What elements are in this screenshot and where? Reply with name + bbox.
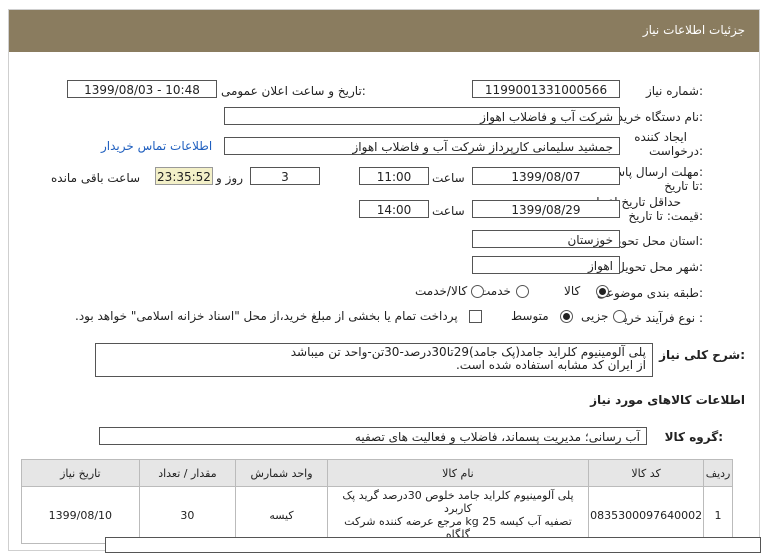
category-label: طبقه بندی موضوعی:: [596, 286, 703, 300]
process-option-medium: متوسط: [511, 309, 549, 323]
category-radio-service[interactable]: [516, 285, 529, 298]
col-header-code: کد کالا: [588, 459, 705, 487]
process-label: نوع فرآیند خرید :: [618, 311, 703, 325]
category-option-goods: کالا: [564, 284, 581, 298]
buyer-org-label: نام دستگاه خریدار:: [608, 110, 704, 124]
payment-note: پرداخت تمام یا بخشی از مبلغ خرید،از محل …: [75, 309, 458, 323]
price-validity-label-2: قیمت: تا تاریخ:: [628, 209, 703, 223]
remaining-label: ساعت باقی مانده: [51, 171, 141, 185]
creator-label-1: ایجاد کننده: [634, 130, 687, 144]
days-label: روز و: [216, 171, 243, 185]
need-number-label: شماره نیاز:: [645, 84, 703, 98]
details-panel: جزئیات اطلاعات نیاز شماره نیاز: 11990013…: [8, 9, 761, 553]
cell-code: 0835300097640002: [588, 486, 705, 544]
need-number-field[interactable]: 1199001331000566: [472, 80, 620, 98]
cell-unit: کیسه: [235, 486, 328, 544]
reply-date-field[interactable]: 1399/08/07: [472, 167, 620, 185]
city-label: شهر محل تحویل:: [616, 260, 703, 274]
cell-index: 1: [703, 486, 733, 544]
summary-label: شرح کلی نیاز:: [659, 348, 745, 362]
reply-time-field[interactable]: 11:00: [359, 167, 429, 185]
treasury-checkbox[interactable]: [469, 310, 482, 323]
notes-box-partial: [105, 537, 761, 553]
goods-group-label: گروه کالا:: [664, 430, 723, 444]
announce-field[interactable]: 1399/08/03 - 10:48: [67, 80, 217, 98]
creator-field[interactable]: جمشید سلیمانی کارپرداز شرکت آب و فاضلاب …: [224, 137, 620, 155]
col-header-name: نام کالا: [326, 459, 590, 487]
goods-group-field[interactable]: آب رسانی؛ مدیریت پسماند، فاضلاب و فعالیت…: [99, 427, 647, 445]
goods-section-title: اطلاعات کالاهای مورد نیاز: [590, 393, 745, 407]
reply-time-label: ساعت: [432, 171, 465, 185]
announce-label: تاریخ و ساعت اعلان عمومی:: [221, 84, 366, 98]
cell-name: پلی آلومینیوم کلراید جامد خلوص 30درصد گر…: [326, 486, 590, 544]
days-field[interactable]: 3: [250, 167, 320, 185]
reply-deadline-label: مهلت ارسال پاسخ:: [607, 165, 703, 179]
summary-line-2: از ایران کد مشابه استفاده شده است.: [455, 358, 646, 372]
province-field[interactable]: خوزستان: [472, 230, 620, 248]
summary-box: پلی آلومینیوم کلراید جامد(پک جامد)29تا30…: [95, 343, 653, 377]
process-radio-medium[interactable]: [560, 310, 573, 323]
cell-date: 1399/08/10: [21, 486, 140, 544]
table-row[interactable]: 1 0835300097640002 پلی آلومینیوم کلراید …: [21, 486, 733, 544]
process-radio-minor[interactable]: [613, 310, 626, 323]
category-radio-goods-service[interactable]: [471, 285, 484, 298]
process-option-minor: جزیی: [581, 309, 609, 323]
price-date-field[interactable]: 1399/08/29: [472, 200, 620, 218]
col-header-qty: مقدار / تعداد: [138, 459, 237, 487]
buyer-org-field[interactable]: شرکت آب و فاضلاب اهواز: [224, 107, 620, 125]
table-header-row: ردیف کد کالا نام کالا واحد شمارش مقدار /…: [21, 459, 733, 487]
creator-label-2: درخواست:: [649, 144, 703, 158]
panel-header: جزئیات اطلاعات نیاز: [9, 10, 759, 52]
col-header-unit: واحد شمارش: [235, 459, 328, 487]
goods-table: ردیف کد کالا نام کالا واحد شمارش مقدار /…: [21, 459, 733, 544]
cell-qty: 30: [138, 486, 237, 544]
category-radio-goods[interactable]: [596, 285, 609, 298]
col-header-index: ردیف: [703, 459, 733, 487]
remaining-timer: 23:35:52: [155, 167, 213, 185]
province-label: استان محل تحویل:: [608, 234, 703, 248]
category-option-goods-service: کالا/خدمت: [415, 284, 468, 298]
city-field[interactable]: اهواز: [472, 256, 620, 274]
col-header-date: تاریخ نیاز: [21, 459, 140, 487]
reply-deadline-label-2: تا تاریخ:: [664, 179, 703, 193]
price-time-field[interactable]: 14:00: [359, 200, 429, 218]
cell-name-line-1: پلی آلومینیوم کلراید جامد خلوص 30درصد گر…: [342, 489, 574, 515]
contact-buyer-link[interactable]: اطلاعات تماس خریدار: [101, 139, 212, 153]
panel-title: جزئیات اطلاعات نیاز: [642, 23, 745, 37]
price-time-label: ساعت: [432, 204, 465, 218]
